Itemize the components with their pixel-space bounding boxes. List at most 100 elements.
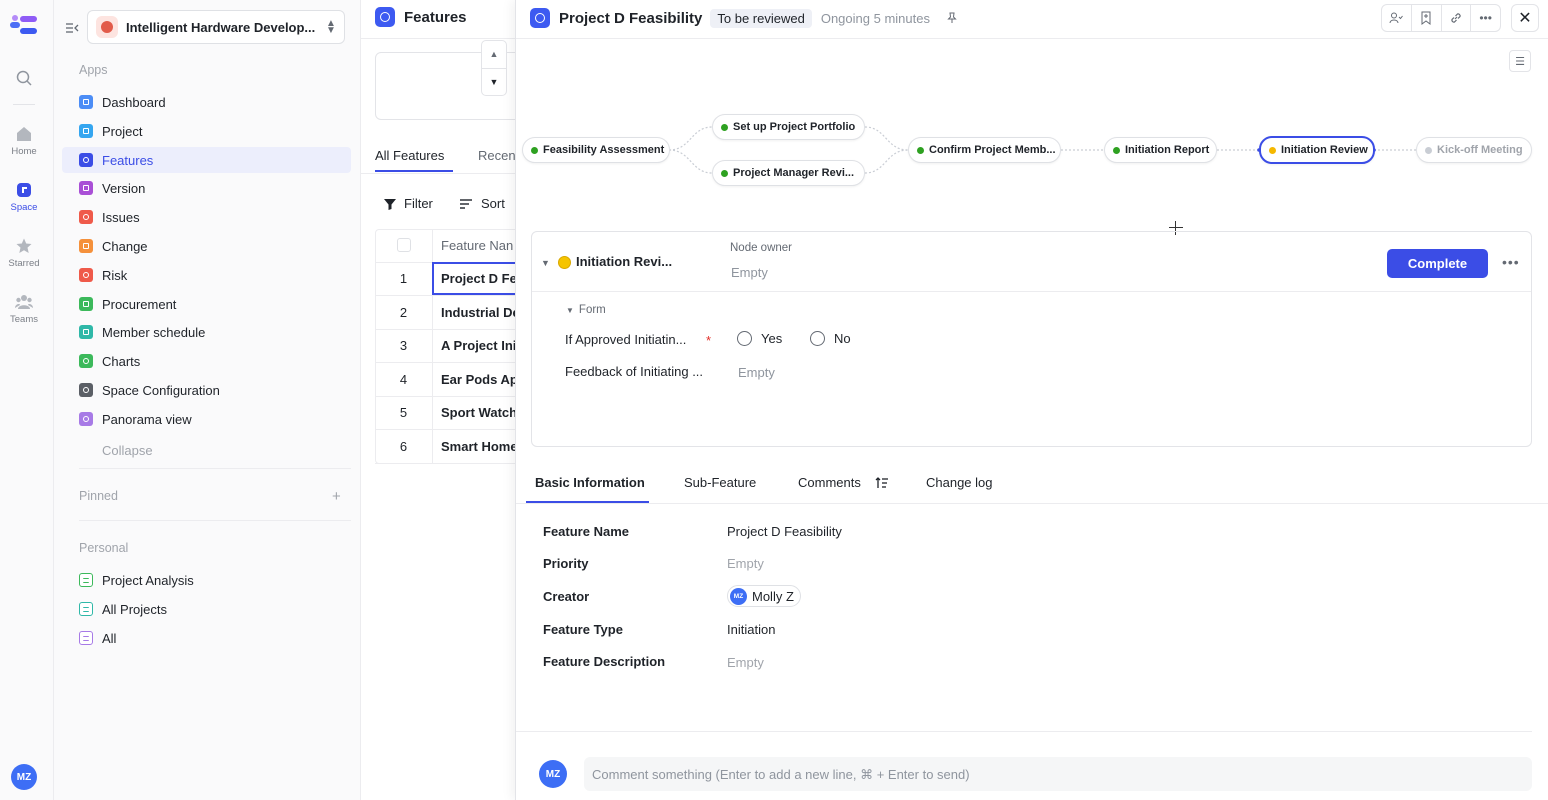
sidebar-item-features[interactable]: Features (62, 147, 351, 173)
collapse-sidebar-icon[interactable] (64, 20, 80, 36)
tab-basic-information[interactable]: Basic Information (535, 475, 645, 490)
sidebar-item-issues[interactable]: Issues (62, 204, 351, 230)
comment-input[interactable]: Comment something (Enter to add a new li… (584, 757, 1532, 791)
close-icon[interactable]: ✕ (1511, 4, 1539, 32)
sidebar-item-label: Project Analysis (102, 572, 194, 588)
tab-sub-feature[interactable]: Sub-Feature (684, 475, 756, 490)
sidebar-item-all-projects[interactable]: All Projects (62, 596, 351, 622)
add-pinned-icon[interactable]: + (332, 488, 341, 505)
collapse-apps-button[interactable]: Collapse (62, 437, 351, 463)
flow-node-feasibility-assessment[interactable]: Feasibility Assessment (522, 137, 670, 163)
sidebar-item-project[interactable]: Project (62, 118, 351, 144)
workflow-diagram: Feasibility Assessment Set up Project Po… (516, 100, 1548, 200)
tab-all-features[interactable]: All Features (375, 148, 444, 163)
form-section-toggle[interactable]: ▼ Form (566, 304, 606, 316)
row-name[interactable]: Industrial De (432, 305, 517, 320)
sidebar-item-project-analysis[interactable]: Project Analysis (62, 567, 351, 593)
collapse-caret-icon[interactable]: ▼ (541, 258, 550, 268)
tab-comments[interactable]: Comments (798, 475, 861, 490)
table-row[interactable]: 1 Project D Fe (375, 262, 517, 296)
sidebar-item-change[interactable]: Change (62, 233, 351, 259)
detail-title: Project D Feasibility (559, 9, 703, 27)
space-icon (17, 183, 31, 197)
tab-change-log[interactable]: Change log (926, 475, 993, 490)
pin-icon[interactable] (946, 12, 958, 24)
sidebar-item-dashboard[interactable]: Dashboard (62, 89, 351, 115)
table-row[interactable]: 6 Smart Home (375, 430, 517, 464)
status-duration: Ongoing 5 minutes (820, 10, 930, 26)
status-dot (531, 146, 538, 154)
column-header-name[interactable]: Feature Nan (432, 238, 517, 253)
flow-node-initiation-review[interactable]: Initiation Review (1259, 136, 1375, 164)
workspace-switcher[interactable]: Intelligent Hardware Develop... ▲ ▼ (87, 10, 345, 44)
link-icon[interactable] (1442, 5, 1472, 31)
tabs-divider (361, 173, 517, 174)
feature-description-value[interactable]: Empty (727, 655, 764, 670)
sidebar-item-procurement[interactable]: Procurement (62, 291, 351, 317)
flow-node-project-manager-review[interactable]: Project Manager Revi... (712, 160, 865, 186)
sidebar-item-space-configuration[interactable]: Space Configuration (62, 377, 351, 403)
bookmark-icon[interactable] (1412, 5, 1442, 31)
view-list-icon (79, 573, 93, 587)
comment-sort-icon[interactable] (875, 476, 889, 490)
sidebar-item-panorama-view[interactable]: Panorama view (62, 406, 351, 432)
feedback-field-value[interactable]: Empty (738, 365, 775, 380)
node-label: Initiation Report (1125, 144, 1210, 156)
app-logo-icon[interactable] (9, 14, 39, 36)
rail-home[interactable]: Home (0, 125, 48, 157)
table-row[interactable]: 5 Sport Watch (375, 397, 517, 430)
feature-description-label: Feature Description (543, 654, 666, 669)
sidebar-item-all[interactable]: All (62, 625, 351, 651)
features-title: Features (404, 8, 467, 26)
row-name[interactable]: Project D Fe (432, 262, 517, 296)
more-icon[interactable]: ••• (1471, 5, 1500, 31)
radio-yes[interactable]: Yes (737, 331, 782, 346)
node-owner-value[interactable]: Empty (731, 265, 768, 280)
more-icon[interactable]: ••• (1502, 254, 1520, 270)
table-row[interactable]: 3 A Project Ini (375, 330, 517, 363)
flow-node-kick-off-meeting[interactable]: Kick-off Meeting (1416, 137, 1532, 163)
row-number: 1 (399, 271, 408, 287)
row-number: 6 (399, 438, 408, 454)
flow-settings-icon[interactable]: ☰ (1509, 50, 1531, 72)
stepper-down-icon[interactable]: ▼ (482, 68, 506, 95)
row-name[interactable]: Ear Pods Ap (432, 372, 517, 387)
row-name[interactable]: A Project Ini (432, 338, 517, 353)
sidebar-item-charts[interactable]: Charts (62, 348, 351, 374)
table-row[interactable]: 4 Ear Pods Ap (375, 363, 517, 397)
rail-teams[interactable]: Teams (0, 293, 48, 325)
radio-no[interactable]: No (810, 331, 851, 346)
complete-button[interactable]: Complete (1387, 249, 1488, 278)
card-stepper[interactable]: ▲ ▼ (481, 40, 507, 96)
user-avatar[interactable]: MZ (11, 764, 37, 790)
rail-space[interactable]: Space (0, 181, 48, 213)
feature-type-value[interactable]: Initiation (727, 622, 775, 637)
flow-node-set-up-project-portfolio[interactable]: Set up Project Portfolio (712, 114, 865, 140)
node-card-header (532, 232, 1531, 292)
stepper-up-icon[interactable]: ▲ (482, 41, 506, 68)
tab-recent[interactable]: Recen (478, 148, 516, 163)
select-all-checkbox[interactable] (396, 238, 411, 253)
members-icon[interactable] (1382, 5, 1412, 31)
sidebar-item-risk[interactable]: Risk (62, 262, 351, 288)
sort-button[interactable]: Sort (459, 196, 505, 211)
row-name[interactable]: Sport Watch (432, 405, 517, 420)
creator-chip[interactable]: MZ Molly Z (727, 585, 801, 607)
row-name[interactable]: Smart Home (432, 439, 517, 454)
search-icon[interactable] (15, 69, 33, 87)
sidebar-item-version[interactable]: Version (62, 175, 351, 201)
personal-section-title: Personal (79, 541, 129, 555)
chevron-updown-icon: ▲ ▼ (326, 18, 336, 36)
flow-node-confirm-project-members[interactable]: Confirm Project Memb... (908, 137, 1061, 163)
filter-button[interactable]: Filter (383, 196, 433, 211)
status-badge[interactable]: To be reviewed (710, 8, 812, 28)
priority-value[interactable]: Empty (727, 556, 764, 571)
table-row[interactable]: 2 Industrial De (375, 296, 517, 330)
rail-starred[interactable]: Starred (0, 237, 48, 269)
sidebar-item-label: Dashboard (102, 94, 166, 110)
workspace-icon (96, 16, 118, 38)
sidebar-item-member-schedule[interactable]: Member schedule (62, 319, 351, 345)
flow-node-initiation-report[interactable]: Initiation Report (1104, 137, 1217, 163)
feature-name-value[interactable]: Project D Feasibility (727, 524, 842, 539)
teams-icon (15, 295, 33, 309)
